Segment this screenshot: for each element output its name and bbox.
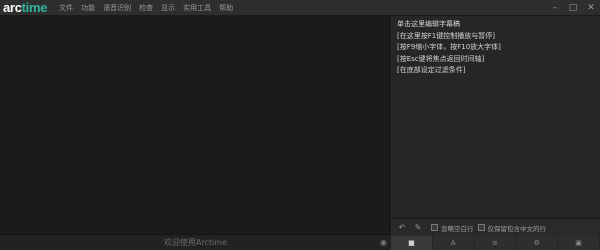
filter-empty-label: 忽略空白行 [441, 224, 474, 233]
eye-icon[interactable]: ◉ [380, 238, 387, 247]
filter-empty-checkbox[interactable] [431, 224, 438, 231]
logo-suffix: time [21, 0, 48, 15]
menu-utilities[interactable]: 实用工具 [179, 0, 215, 16]
menu-bar: 文件 功能 语音识别 检查 显示 实用工具 帮助 [55, 0, 237, 16]
menu-file[interactable]: 文件 [55, 0, 77, 16]
tab-subtitles-comment-icon[interactable]: ■ [391, 236, 433, 250]
tab-window-icon[interactable]: ▣ [558, 236, 600, 250]
minimize-icon[interactable]: – [546, 0, 564, 16]
title-bar: arc time 文件 功能 语音识别 检查 显示 实用工具 帮助 – □ ✕ [0, 0, 600, 16]
subtitle-text-editor[interactable]: 单击这里编辑字幕稿 [在这里按F1键控制播放与暂停] [按F9缩小字体，按F10… [391, 16, 600, 80]
tab-text-style-icon[interactable]: A [433, 236, 475, 250]
menu-function[interactable]: 功能 [77, 0, 99, 16]
menu-check[interactable]: 检查 [135, 0, 157, 16]
undo-icon[interactable]: ↶ [395, 221, 409, 235]
logo-prefix: arc [3, 0, 22, 15]
window-controls: – □ ✕ [546, 0, 600, 16]
menu-speech-recognition[interactable]: 语音识别 [99, 0, 135, 16]
only-chinese-checkbox[interactable] [477, 224, 485, 231]
status-bar: 欢迎使用Arctime ◉ [0, 234, 391, 250]
tab-list-icon[interactable]: ≡ [475, 236, 517, 250]
editor-toolbar: ↶ ✎ 忽略空白行 仅保留包含中文的行 [391, 218, 600, 236]
maximize-icon[interactable]: □ [564, 0, 582, 16]
edit-icon[interactable]: ✎ [411, 221, 425, 235]
menu-display[interactable]: 显示 [157, 0, 179, 16]
subtitle-editor-panel[interactable]: 单击这里编辑字幕稿 [在这里按F1键控制播放与暂停] [按F9缩小字体，按F10… [391, 16, 600, 218]
video-preview-area[interactable] [0, 16, 390, 234]
app-logo: arc time [0, 0, 47, 16]
menu-help[interactable]: 帮助 [215, 0, 237, 16]
tab-settings-gear-icon[interactable]: ⚙ [516, 236, 559, 250]
only-chinese-label: 仅保留包含中文的行 [487, 224, 547, 233]
editor-bottom-tabs: ■ A ≡ ⚙ ▣ [391, 236, 600, 250]
welcome-message: 欢迎使用Arctime [163, 238, 228, 247]
close-icon[interactable]: ✕ [582, 0, 600, 16]
